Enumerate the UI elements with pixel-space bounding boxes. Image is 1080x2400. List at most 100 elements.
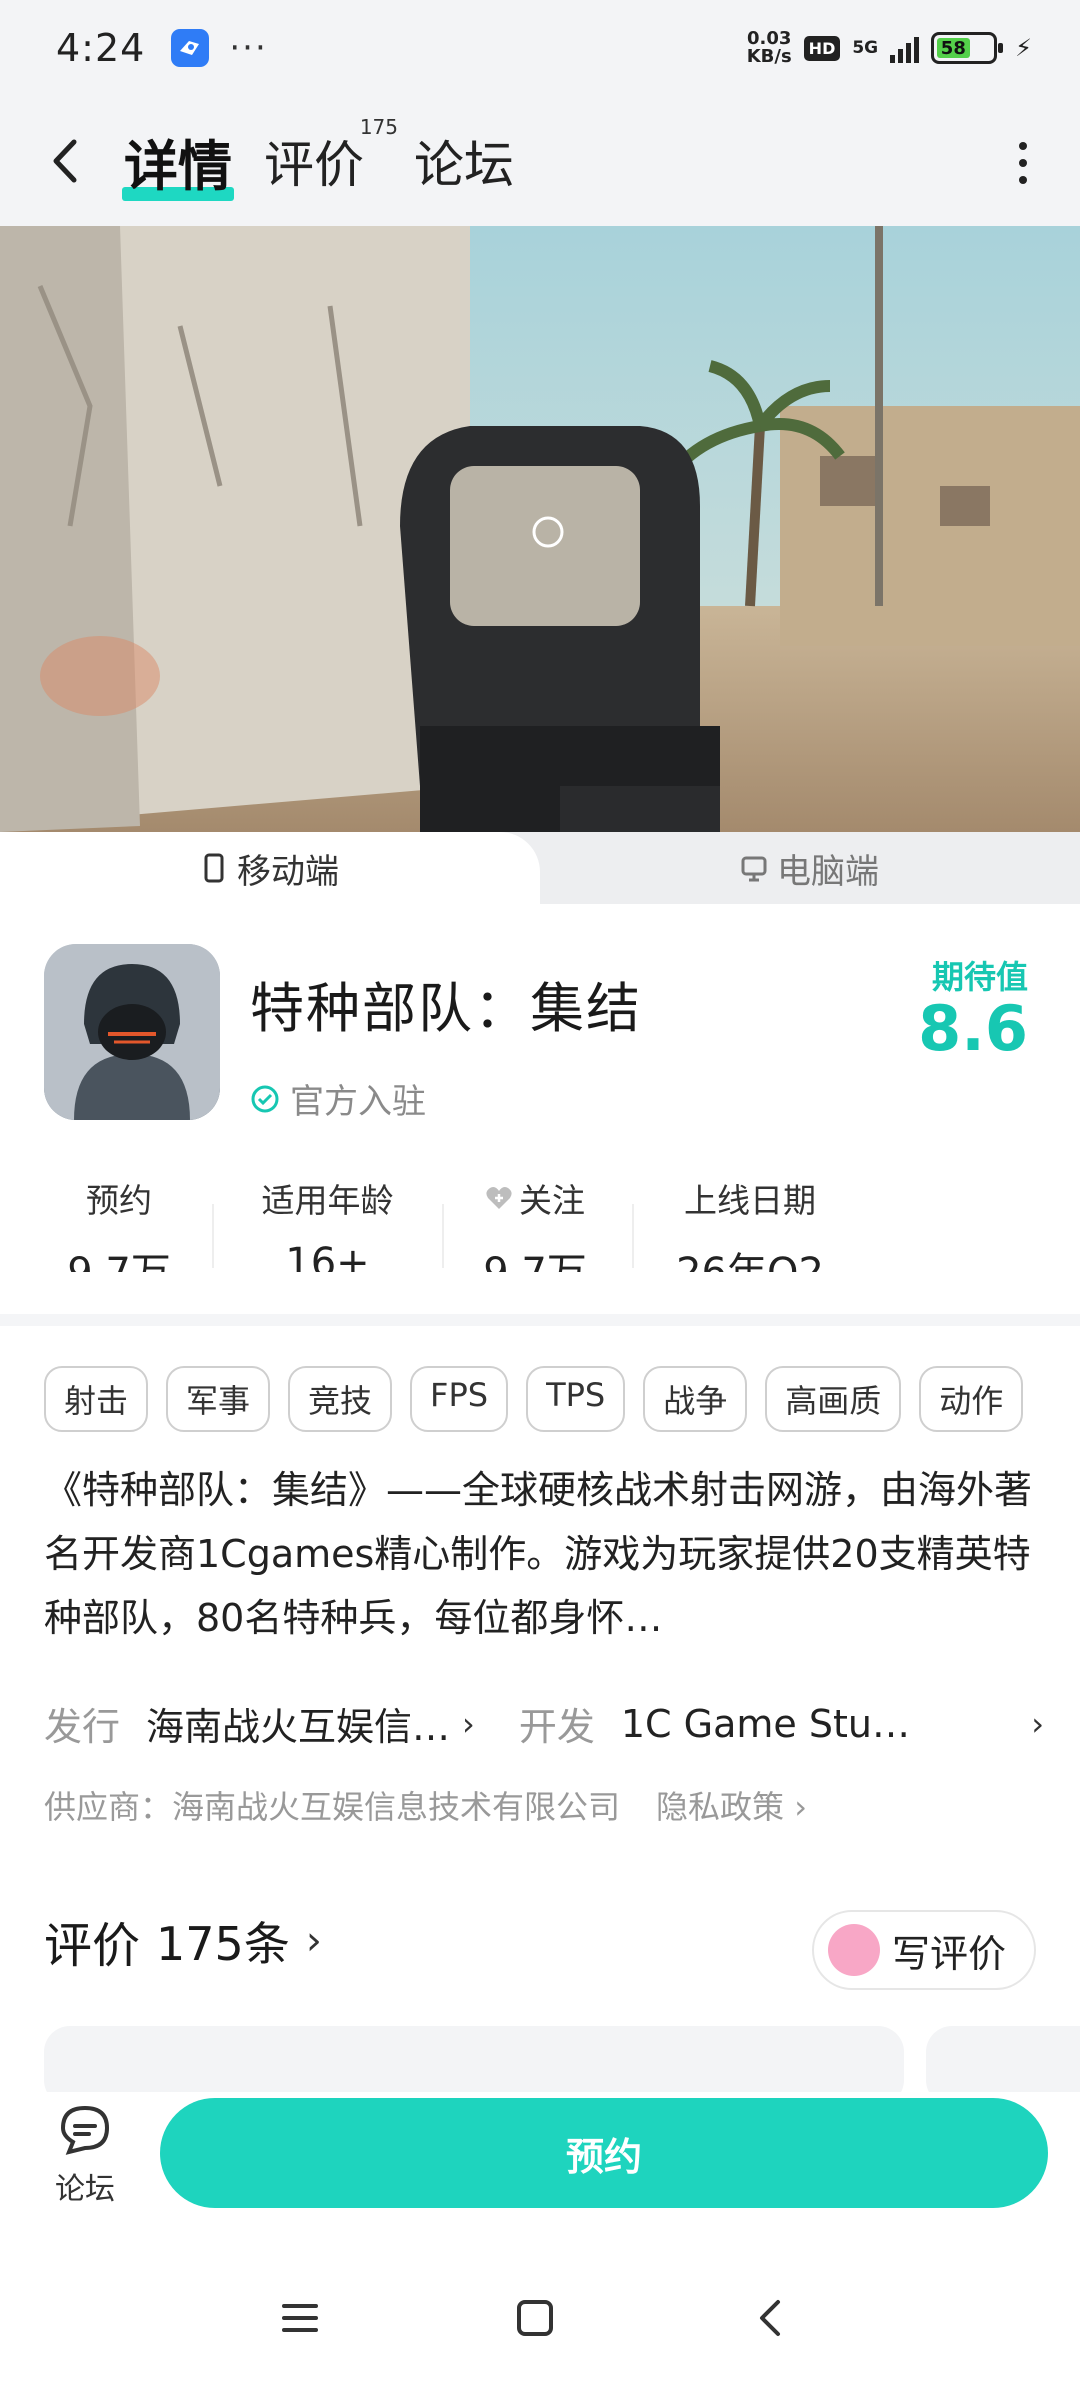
- stat-label: 关注: [460, 1174, 610, 1222]
- supplier-row: 供应商：海南战火互娱信息技术有限公司 隐私政策 ›: [44, 1782, 807, 1828]
- tab-mobile[interactable]: 移动端: [0, 832, 540, 904]
- charging-icon: ⚡: [1015, 34, 1032, 62]
- stat-label: 预约: [86, 1181, 152, 1220]
- chevron-right-icon: ›: [1031, 1704, 1044, 1743]
- platform-tabs: 移动端 电脑端: [0, 832, 1080, 904]
- tag[interactable]: 竞技: [288, 1366, 393, 1432]
- stat-value: 26年Q2: [660, 1240, 840, 1272]
- verified-check-icon: [251, 1085, 279, 1112]
- divider: [632, 1204, 634, 1268]
- tab-reviews[interactable]: 评价 175: [264, 115, 398, 197]
- clock: 4:24: [56, 26, 146, 70]
- game-icon[interactable]: [44, 944, 220, 1120]
- supplier-text: 供应商：海南战火互娱信息技术有限公司: [44, 1788, 621, 1826]
- hd-icon: HD: [803, 35, 841, 61]
- tab-forum-label: 论坛: [414, 136, 514, 194]
- home-button[interactable]: [505, 2288, 565, 2348]
- tab-details[interactable]: 详情: [122, 122, 234, 201]
- tag[interactable]: 军事: [166, 1366, 271, 1432]
- review-card[interactable]: [926, 2026, 1080, 2092]
- back-arrow-icon: [53, 139, 77, 183]
- stat-launch-date: 上线日期 26年Q2: [660, 1174, 840, 1272]
- nav-back-button[interactable]: [740, 2288, 800, 2348]
- back-button[interactable]: [40, 131, 90, 191]
- write-review-button[interactable]: 写评价: [811, 1910, 1036, 1990]
- expectation-score: 8.6: [918, 992, 1028, 1065]
- official-badge: 官方入驻: [250, 1074, 426, 1123]
- publisher-developer-row: 发行 海南战火互娱信… › 开发 1C Game Stu… ›: [44, 1696, 1044, 1751]
- system-navigation-bar: [0, 2232, 1080, 2400]
- developer-link[interactable]: 1C Game Stu…: [621, 1702, 910, 1746]
- developer-label: 开发: [518, 1705, 595, 1749]
- stat-label: 上线日期: [684, 1181, 816, 1220]
- signal-icon: [890, 33, 920, 63]
- stat-value: 16+: [285, 1240, 370, 1272]
- reviews-count: 175条: [156, 1917, 290, 1971]
- battery-level: 58: [937, 38, 970, 59]
- divider: [212, 1204, 214, 1268]
- phone-icon: [204, 853, 224, 883]
- tag[interactable]: TPS: [526, 1366, 626, 1432]
- stat-value: 9.7万: [460, 1240, 610, 1272]
- game-description-section: 射击 军事 竞技 FPS TPS 战争 高画质 动作 《特种部队：集结》——全球…: [0, 1326, 1080, 2092]
- more-notifications-icon: ···: [229, 28, 268, 68]
- net-speed: 0.03 KB/s: [747, 30, 792, 66]
- publisher-label: 发行: [44, 1705, 121, 1749]
- tab-mobile-label: 移动端: [237, 851, 339, 892]
- chevron-right-icon: ›: [305, 1918, 322, 1964]
- official-label: 官方入驻: [290, 1082, 426, 1122]
- tab-pc-label: 电脑端: [777, 851, 879, 892]
- game-stats: 预约 9.7万 适用年龄 16+ 关注 9.7万 上线日期 26年Q2: [0, 1174, 1080, 1274]
- top-navigation: 详情 评价 175 论坛: [0, 96, 1080, 226]
- stat-label-text: 关注: [519, 1181, 585, 1220]
- chat-bubble-icon: [60, 2105, 110, 2155]
- stat-followers[interactable]: 关注 9.7万: [460, 1174, 610, 1272]
- stat-label: 适用年龄: [261, 1181, 394, 1220]
- section-divider: [0, 1314, 1080, 1326]
- reviews-header[interactable]: 评价 175条 ›: [44, 1906, 322, 1976]
- notification-app-icon: [171, 29, 210, 67]
- tag[interactable]: 战争: [643, 1366, 748, 1432]
- privacy-policy-label: 隐私政策: [656, 1788, 785, 1826]
- soldier-avatar-icon: [44, 944, 220, 1120]
- reviews-title: 评价: [44, 1918, 141, 1974]
- gameplay-scene-image: [0, 226, 1080, 832]
- reserve-button[interactable]: 预约: [160, 2098, 1048, 2208]
- status-bar: 4:24 ··· 0.03 KB/s HD 5G 58 ⚡: [0, 0, 1080, 96]
- heart-plus-icon: [486, 1187, 512, 1209]
- home-square-icon: [517, 2300, 553, 2336]
- tag-list: 射击 军事 竞技 FPS TPS 战争 高画质 动作: [44, 1366, 1024, 1432]
- avatar-icon: [827, 1924, 880, 1976]
- chevron-right-icon: ›: [462, 1704, 475, 1743]
- hero-video[interactable]: [0, 226, 1080, 832]
- tag[interactable]: 高画质: [765, 1366, 902, 1432]
- forum-button[interactable]: 论坛: [40, 2102, 130, 2208]
- reviews-count-badge: 175: [359, 115, 398, 139]
- review-card[interactable]: [44, 2026, 904, 2092]
- menu-button[interactable]: [270, 2288, 330, 2348]
- network-type: 5G: [852, 38, 879, 58]
- stat-reservations: 预约 9.7万: [44, 1174, 194, 1272]
- tab-pc[interactable]: 电脑端: [540, 832, 1080, 904]
- tag[interactable]: FPS: [410, 1366, 509, 1432]
- game-info-card: 特种部队：集结 官方入驻 期待值 8.6 预约 9.7万 适用年龄 16+ 关注…: [0, 904, 1080, 1314]
- stat-age-rating: 适用年龄 16+: [240, 1174, 415, 1272]
- tag[interactable]: 动作: [919, 1366, 1024, 1432]
- forum-label: 论坛: [55, 2172, 115, 2207]
- monitor-icon: [741, 856, 767, 882]
- tab-reviews-label: 评价: [264, 136, 364, 194]
- game-description[interactable]: 《特种部队：集结》——全球硬核战术射击网游，由海外著名开发商1Cgames精心制…: [44, 1458, 1044, 1650]
- stat-value: 9.7万: [44, 1240, 194, 1272]
- write-review-label: 写评价: [891, 1931, 1006, 1976]
- divider: [442, 1204, 444, 1268]
- bottom-action-bar: 论坛 预约: [0, 2092, 1080, 2232]
- tab-forum[interactable]: 论坛: [414, 125, 514, 197]
- publisher-link[interactable]: 海南战火互娱信…: [146, 1696, 450, 1751]
- tab-details-label: 详情: [124, 134, 232, 198]
- tag[interactable]: 射击: [44, 1366, 149, 1432]
- game-title: 特种部队：集结: [250, 977, 642, 1040]
- back-arrow-icon: [760, 2300, 780, 2336]
- more-options-button[interactable]: [1008, 138, 1038, 188]
- privacy-policy-link[interactable]: 隐私政策 ›: [656, 1782, 807, 1828]
- menu-icon: [282, 2304, 318, 2332]
